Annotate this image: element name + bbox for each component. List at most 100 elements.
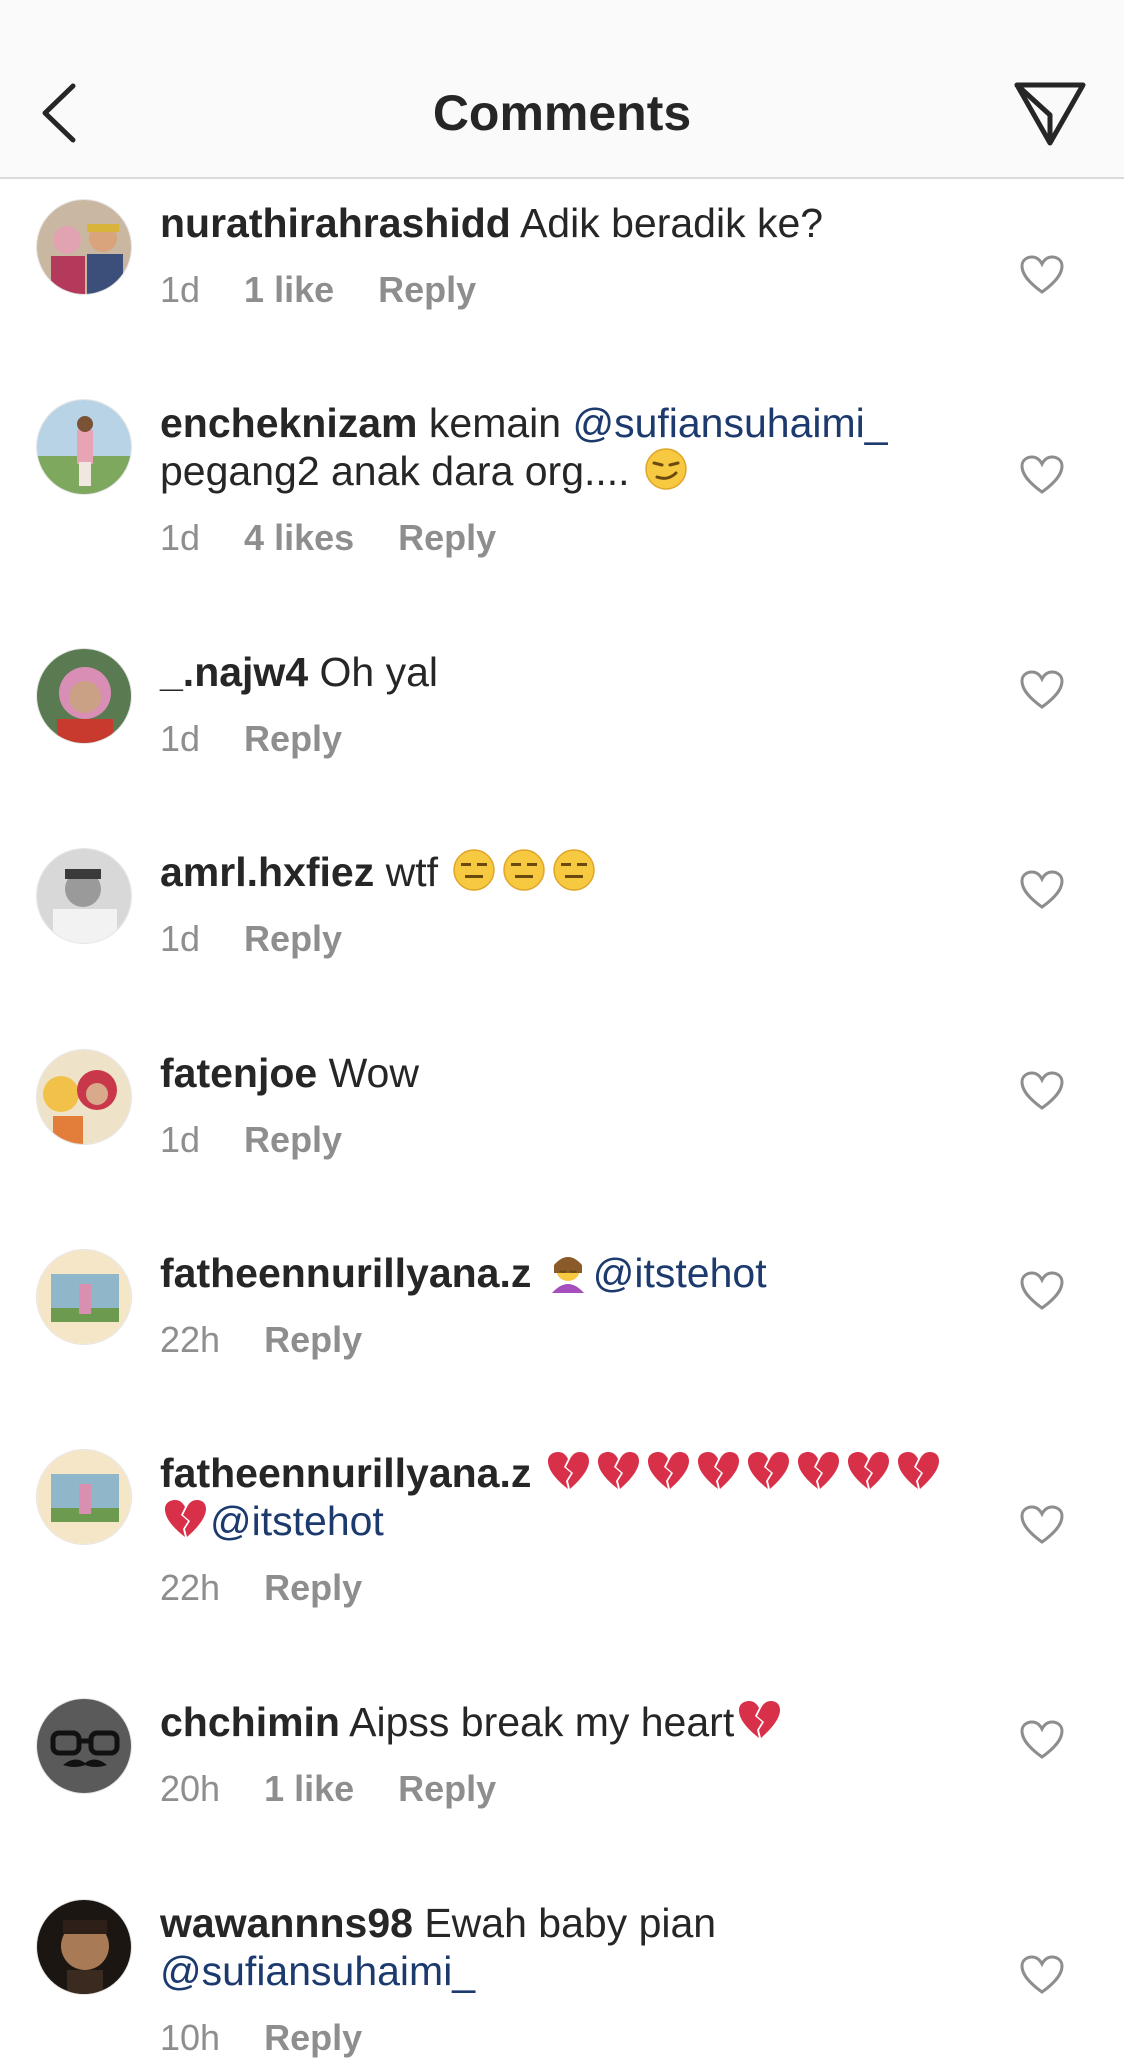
comment-item: encheknizam kemain @sufiansuhaimi_ pegang… [0,399,1124,599]
header-bar: Comments [0,0,1124,179]
like-heart-icon[interactable] [1020,1071,1064,1111]
comment-item: nurathirahrashidd Adik beradik ke? 1d 1 … [0,199,1124,359]
comment-meta: 20h 1 like Reply [160,1768,960,1810]
broken-heart-emoji-icon [737,1698,781,1742]
comment-username[interactable]: fatheennurillyana.z [160,1250,531,1296]
like-heart-icon[interactable] [1020,1271,1064,1311]
comment-message: kemain [417,400,573,446]
mention-link[interactable]: @itstehot [593,1250,767,1296]
comment-time: 1d [160,718,201,759]
comment-likes[interactable]: 1 like [264,1768,354,1810]
reply-button[interactable]: Reply [244,1119,342,1161]
comment-message: Aipss break my heart [339,1699,735,1745]
comment-time: 22h [160,1319,221,1360]
reply-button[interactable]: Reply [398,1768,496,1810]
comment-message: wtf [374,849,450,895]
comment-item: fatheennurillyana.z @itstehot 22h Reply [0,1449,1124,1649]
comment-meta: 1d Reply [160,1119,960,1161]
comment-text: wawannns98 Ewah baby pian @sufiansuhaimi_ [160,1899,960,1995]
mention-link[interactable]: @itstehot [210,1498,384,1544]
person-massage-emoji-icon [546,1249,590,1293]
comment-text: amrl.hxfiez wtf [160,848,960,896]
reply-button[interactable]: Reply [398,517,496,559]
avatar[interactable] [36,1698,132,1794]
comment-time: 20h [160,1768,221,1809]
avatar[interactable] [36,1249,132,1345]
comment-username[interactable]: fatheennurillyana.z [160,1450,531,1496]
reply-button[interactable]: Reply [244,718,342,760]
comment-text: nurathirahrashidd Adik beradik ke? [160,199,960,247]
avatar[interactable] [36,199,132,295]
comment-username[interactable]: amrl.hxfiez [160,849,374,895]
comment-time: 1d [160,918,201,959]
expressionless-emoji-icon [502,848,546,892]
comment-item: wawannns98 Ewah baby pian @sufiansuhaimi_… [0,1899,1124,2067]
comment-time: 10h [160,2017,221,2058]
comment-username[interactable]: encheknizam [160,400,418,446]
paper-plane-icon [1014,82,1086,146]
comment-username[interactable]: wawannns98 [160,1900,413,1946]
broken-heart-emoji-icon [646,1449,690,1493]
reply-button[interactable]: Reply [244,918,342,960]
avatar[interactable] [36,1899,132,1995]
comment-item: _.najw4 Oh yal 1d Reply [0,648,1124,798]
comment-time: 1d [160,517,201,558]
mention-link[interactable]: @sufiansuhaimi_ [160,1948,475,1994]
comment-message: Adik beradik ke? [510,200,824,246]
avatar[interactable] [36,1449,132,1545]
broken-heart-emoji-icon [796,1449,840,1493]
avatar[interactable] [36,1049,132,1145]
comment-meta: 1d Reply [160,918,960,960]
comment-likes[interactable]: 1 like [244,269,334,311]
like-heart-icon[interactable] [1020,1955,1064,1995]
avatar[interactable] [36,848,132,944]
reply-button[interactable]: Reply [264,2017,362,2059]
send-button[interactable] [1010,76,1090,152]
comment-meta: 1d Reply [160,718,960,760]
comment-username[interactable]: chchimin [160,1699,340,1745]
avatar[interactable] [36,648,132,744]
broken-heart-emoji-icon [746,1449,790,1493]
reply-button[interactable]: Reply [264,1567,362,1609]
avatar[interactable] [36,399,132,495]
comment-text: fatheennurillyana.z @itstehot [160,1449,960,1545]
comment-meta: 22h Reply [160,1567,960,1609]
comment-meta: 10h Reply [160,2017,960,2059]
like-heart-icon[interactable] [1020,870,1064,910]
comment-username[interactable]: fatenjoe [160,1050,317,1096]
like-heart-icon[interactable] [1020,670,1064,710]
like-heart-icon[interactable] [1020,1720,1064,1760]
like-heart-icon[interactable] [1020,1505,1064,1545]
comment-username[interactable]: nurathirahrashidd [160,200,511,246]
like-heart-icon[interactable] [1020,455,1064,495]
like-heart-icon[interactable] [1020,255,1064,295]
comment-message: pegang2 anak dara org.... [160,448,641,494]
comment-text: fatenjoe Wow [160,1049,960,1097]
broken-heart-emoji-icon [846,1449,890,1493]
comment-text: chchimin Aipss break my heart [160,1698,960,1746]
comment-meta: 22h Reply [160,1319,960,1361]
comment-message: Oh yal [308,649,439,695]
comment-item: chchimin Aipss break my heart 20h 1 like… [0,1698,1124,1848]
comment-message: Ewah baby pian [412,1900,717,1946]
comment-item: fatheennurillyana.z @itstehot 22h Reply [0,1249,1124,1399]
broken-heart-emoji-icon [163,1497,207,1541]
smirk-emoji-icon [644,447,688,491]
comment-username[interactable]: _.najw4 [160,649,308,695]
expressionless-emoji-icon [452,848,496,892]
broken-heart-emoji-icon [546,1449,590,1493]
comment-time: 1d [160,269,201,310]
broken-heart-emoji-icon [696,1449,740,1493]
broken-heart-emoji-icon [896,1449,940,1493]
comment-item: amrl.hxfiez wtf 1d Reply [0,848,1124,998]
reply-button[interactable]: Reply [264,1319,362,1361]
comment-item: fatenjoe Wow 1d Reply [0,1049,1124,1199]
reply-button[interactable]: Reply [378,269,476,311]
expressionless-emoji-icon [552,848,596,892]
page-title: Comments [432,85,692,141]
comment-text: _.najw4 Oh yal [160,648,960,696]
comment-likes[interactable]: 4 likes [244,517,354,559]
comment-meta: 1d 1 like Reply [160,269,960,311]
comment-time: 1d [160,1119,201,1160]
mention-link[interactable]: @sufiansuhaimi_ [572,400,887,446]
